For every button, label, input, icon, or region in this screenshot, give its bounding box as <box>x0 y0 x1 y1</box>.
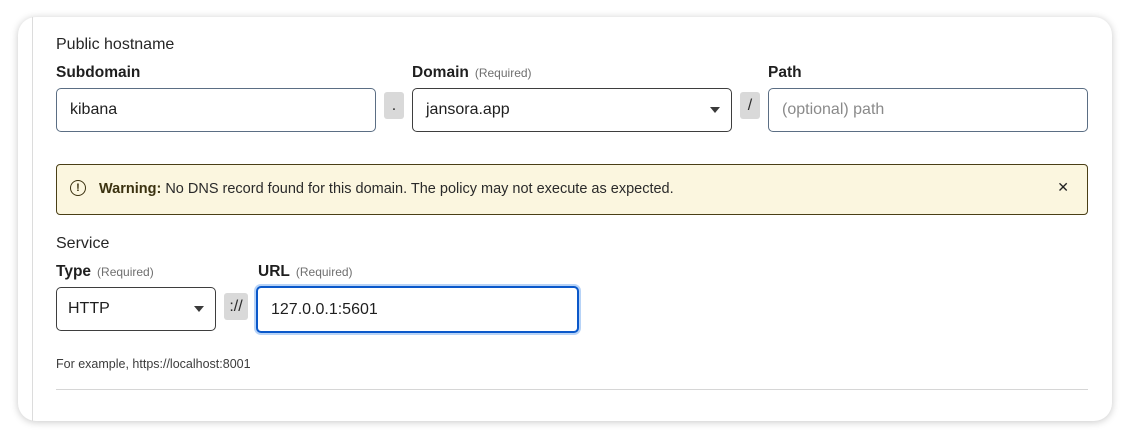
url-hint: For example, https://localhost:8001 <box>56 357 251 371</box>
domain-select[interactable]: jansora.app <box>412 88 732 132</box>
warning-text: Warning: No DNS record found for this do… <box>99 181 674 197</box>
subdomain-label-text: Subdomain <box>56 64 141 81</box>
subdomain-input[interactable]: kibana <box>56 88 376 132</box>
domain-label-text: Domain <box>412 64 469 81</box>
subdomain-label: Subdomain <box>56 64 140 82</box>
domain-value: jansora.app <box>426 101 510 118</box>
domain-required-note: (Required) <box>474 66 532 80</box>
type-required-note: (Required) <box>97 265 154 279</box>
path-label-text: Path <box>768 64 802 81</box>
type-value: HTTP <box>68 300 110 317</box>
domain-label: Domain (Required) <box>412 64 532 82</box>
warning-strong: Warning: <box>99 181 162 197</box>
chevron-down-icon <box>710 107 720 113</box>
close-icon[interactable]: ✕ <box>1057 179 1069 196</box>
warning-message: No DNS record found for this domain. The… <box>165 181 674 197</box>
path-label: Path <box>768 64 802 82</box>
url-value: 127.0.0.1:5601 <box>271 300 378 318</box>
path-input[interactable]: (optional) path <box>768 88 1088 132</box>
card-left-rule <box>32 17 33 421</box>
slash-separator: / <box>740 92 760 119</box>
public-hostname-heading: Public hostname <box>56 36 175 53</box>
warning-circle-icon: ! <box>70 180 86 196</box>
scheme-separator: :// <box>224 293 248 320</box>
url-input[interactable]: 127.0.0.1:5601 <box>256 286 579 333</box>
subdomain-value: kibana <box>70 101 118 118</box>
url-label-text: URL <box>258 263 290 280</box>
section-divider <box>56 389 1088 390</box>
url-label: URL (Required) <box>258 263 353 281</box>
service-heading: Service <box>56 235 110 252</box>
url-required-note: (Required) <box>295 265 353 279</box>
type-label-text: Type <box>56 263 92 280</box>
dot-separator: . <box>384 92 404 119</box>
chevron-down-icon <box>194 306 204 312</box>
path-placeholder: (optional) path <box>782 101 885 118</box>
dns-warning-banner: ! Warning: No DNS record found for this … <box>56 164 1088 215</box>
type-label: Type (Required) <box>56 263 154 281</box>
type-select[interactable]: HTTP <box>56 287 216 331</box>
